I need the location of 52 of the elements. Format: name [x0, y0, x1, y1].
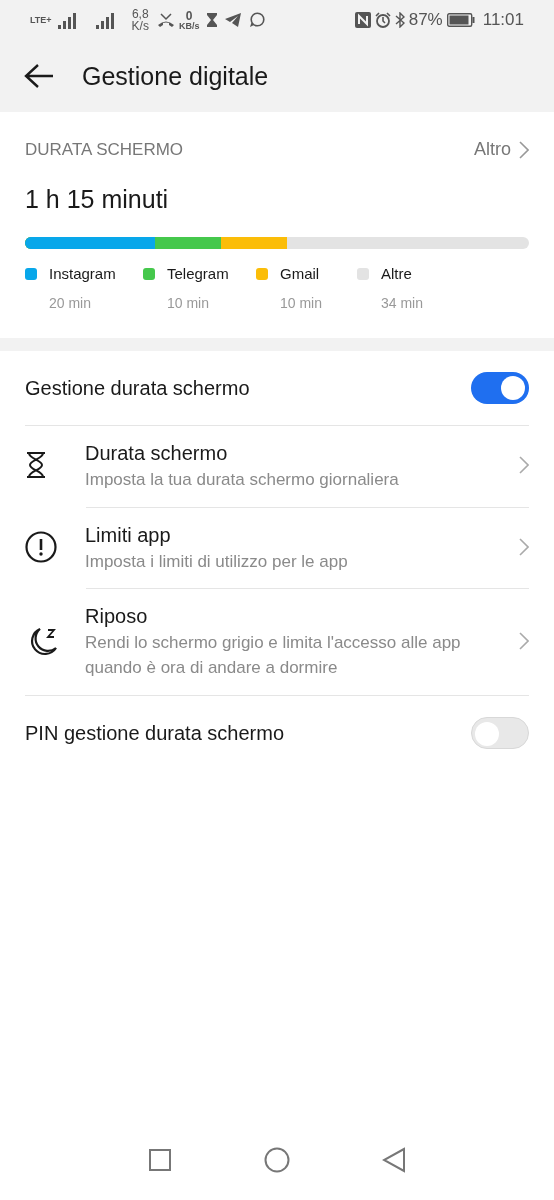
- settings-item[interactable]: Limiti app Imposta i limiti di utilizzo per le app: [0, 507, 554, 589]
- hourglass-icon: [25, 452, 47, 479]
- setting-label: Durata schermo: [85, 441, 229, 466]
- setting-description: Imposta i limiti di utilizzo per le app: [85, 550, 349, 573]
- legend-label: Gmail: [280, 263, 320, 284]
- settings-item[interactable]: Riposo Rendi lo schermo grigio e limita l'accesso alle app quando è ora di andare a dormire: [0, 589, 554, 695]
- signal-icon: [93, 11, 116, 29]
- hourglass-icon: [207, 13, 218, 27]
- alarm-icon: [374, 12, 391, 28]
- section-heading: DURATA SCHERMO: [25, 138, 184, 161]
- chevron-right-icon: [519, 631, 529, 650]
- alert-icon: [25, 530, 57, 563]
- toggle-switch[interactable]: [471, 372, 529, 404]
- clock-time: 11:01: [482, 9, 524, 32]
- back-arrow-icon[interactable]: [24, 63, 54, 89]
- setting-label: PIN gestione durata schermo: [25, 720, 285, 746]
- network-label: LTE+: [30, 15, 52, 25]
- chevron-right-icon: [519, 456, 529, 475]
- missed-call-icon: [156, 12, 175, 28]
- legend-time: 10 min: [279, 294, 324, 313]
- page-title: Gestione digitale: [82, 61, 269, 91]
- legend-label: Instagram: [49, 263, 116, 284]
- legend-time: 20 min: [48, 294, 93, 313]
- setting-description: Imposta la tua durata schermo giornaliera: [85, 469, 400, 491]
- signal-icon: [55, 11, 78, 29]
- back-icon[interactable]: [382, 1147, 406, 1173]
- nfc-icon: [354, 12, 371, 28]
- toggle-switch[interactable]: [471, 716, 529, 749]
- data-unit: KB/s: [178, 21, 200, 31]
- setting-label: Riposo: [85, 604, 149, 630]
- speed-unit: K/s: [131, 20, 149, 32]
- legend-label: Altre: [381, 263, 412, 284]
- paper-plane-icon: [225, 13, 242, 27]
- settings-item[interactable]: Durata schermo Imposta la tua durata schermo giornaliera: [0, 426, 554, 507]
- legend-time: 10 min: [166, 294, 211, 313]
- chevron-right-icon: [519, 537, 529, 556]
- chat-bubble-icon: [249, 12, 266, 28]
- bluetooth-icon: [394, 12, 405, 28]
- home-icon[interactable]: [264, 1147, 290, 1173]
- setting-label: Gestione durata schermo: [25, 376, 250, 401]
- more-link[interactable]: Altro: [474, 136, 529, 163]
- setting-description: Rendi lo schermo grigio e limita l'accesso alle app quando è ora di andare a dormire: [85, 632, 462, 679]
- legend-label: Telegram: [167, 263, 229, 284]
- total-time: 1 h 15 minuti: [25, 184, 170, 215]
- speed-value: 6,8: [131, 8, 149, 20]
- chevron-right-icon: [519, 140, 529, 159]
- battery-percent: 87%: [408, 9, 443, 32]
- data-value: 0: [185, 9, 193, 22]
- battery-icon: [446, 13, 475, 27]
- recent-apps-icon[interactable]: [148, 1148, 172, 1172]
- setting-label: Limiti app: [85, 522, 172, 548]
- legend-time: 34 min: [380, 294, 425, 313]
